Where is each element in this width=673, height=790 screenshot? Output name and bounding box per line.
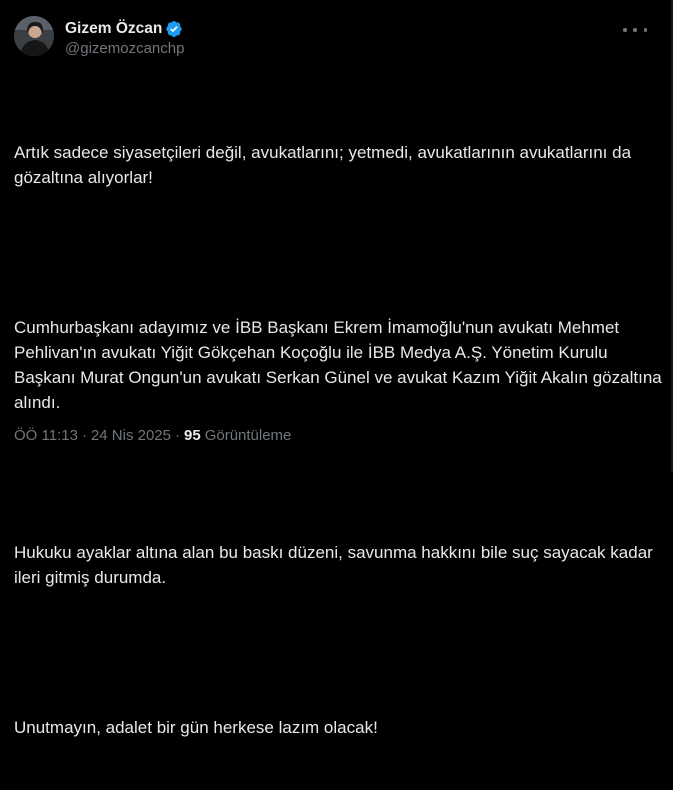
author-name-row: Gizem Özcan [65, 18, 184, 39]
tweet-header: Gizem Özcan @gizemozcanchp [14, 16, 659, 68]
verified-badge-icon [165, 20, 183, 38]
tweet: Gizem Özcan @gizemozcanchp Artık sadece … [0, 0, 673, 737]
views-count: 95 [184, 427, 201, 444]
author-display-name[interactable]: Gizem Özcan [65, 20, 162, 38]
author-handle[interactable]: @gizemozcanchp [65, 40, 184, 57]
tweet-date[interactable]: 24 Nis 2025 [91, 427, 171, 444]
author-names: Gizem Özcan @gizemozcanchp [65, 18, 184, 58]
avatar[interactable] [14, 16, 54, 56]
tweet-paragraph: Unutmayın, adalet bir gün herkese lazım … [14, 718, 378, 737]
meta-separator: · [175, 427, 180, 444]
meta-separator: · [81, 427, 87, 444]
tweet-meta: ÖÖ 11:13 · 24 Nis 2025 · 95 Görüntüleme [14, 427, 291, 444]
tweet-paragraph: Hukuku ayaklar altına alan bu baskı düze… [14, 543, 658, 587]
tweet-time[interactable]: ÖÖ 11:13 [14, 427, 78, 444]
avatar-image [14, 16, 54, 56]
tweet-paragraph: Cumhurbaşkanı adayımız ve İBB Başkanı Ek… [14, 318, 667, 412]
more-horizontal-icon[interactable] [623, 22, 647, 38]
tweet-paragraph: Artık sadece siyasetçileri değil, avukat… [14, 143, 636, 187]
views-label: Görüntüleme [204, 427, 292, 444]
